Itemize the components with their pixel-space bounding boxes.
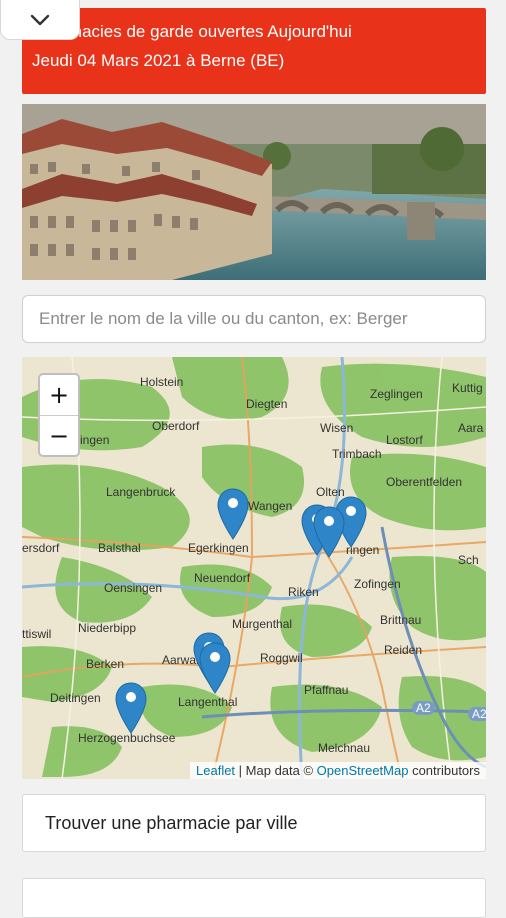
place-label: Oensingen <box>104 581 163 595</box>
attribution-tail: contributors <box>408 763 480 778</box>
pharmacy-map[interactable]: Holstein Diegten Zeglingen Kuttig Oberdo… <box>22 357 486 779</box>
zoom-in-button[interactable]: + <box>40 375 78 416</box>
city-search-input[interactable] <box>22 295 486 343</box>
place-label: Lostorf <box>386 433 423 447</box>
place-label: Pfaffnau <box>304 683 349 697</box>
place-label: Wisen <box>320 421 354 435</box>
place-label: ersdorf <box>22 541 60 555</box>
map-tiles <box>22 357 486 779</box>
place-label: ingen <box>80 433 110 447</box>
chevron-down-icon <box>30 14 50 25</box>
pharmacy-marker-icon[interactable] <box>198 641 232 695</box>
place-label: Langenbruck <box>106 485 176 499</box>
openstreetmap-link[interactable]: OpenStreetMap <box>317 763 409 778</box>
zoom-control: + − <box>38 373 80 457</box>
place-label: Oberentfelden <box>386 475 463 489</box>
header-date-location: Jeudi 04 Mars 2021 à Berne (BE) <box>32 51 285 70</box>
place-label: Oberdorf <box>152 419 200 433</box>
place-label: Balsthal <box>98 541 141 555</box>
place-label: Langenthal <box>178 695 238 709</box>
place-label: Neuendorf <box>194 571 251 585</box>
place-label: Kuttig <box>452 381 483 395</box>
place-label: Trimbach <box>332 447 382 461</box>
place-label: Aara <box>458 421 484 435</box>
place-label: Holstein <box>140 375 184 389</box>
leaflet-link[interactable]: Leaflet <box>196 763 235 778</box>
place-label: Reiden <box>384 643 423 657</box>
place-label: Sch <box>458 553 479 567</box>
place-label: Wangen <box>248 499 293 513</box>
place-label: Melchnau <box>318 741 371 755</box>
highway-shield: A2 <box>468 707 486 721</box>
header-banner: Pharmacies de garde ouvertes Aujourd'hui… <box>22 8 486 94</box>
highway-shield: A2 <box>412 701 435 715</box>
map-attribution: Leaflet | Map data © OpenStreetMap contr… <box>190 762 486 779</box>
place-label: Murgenthal <box>232 617 293 631</box>
place-label: ttiswil <box>22 627 52 641</box>
place-label: Zeglingen <box>370 387 423 401</box>
attribution-text: | Map data © <box>235 763 317 778</box>
place-label: Egerkingen <box>188 541 249 555</box>
pharmacy-marker-icon[interactable] <box>312 505 346 559</box>
find-pharmacy-by-city-button[interactable]: Trouver une pharmacie par ville <box>22 794 486 852</box>
place-label: Niederbipp <box>78 621 137 635</box>
place-label: Riken <box>288 585 319 599</box>
place-label: Roggwil <box>260 651 303 665</box>
place-label: Diegten <box>246 397 288 411</box>
place-label: Brittnau <box>380 613 422 627</box>
pharmacy-marker-icon[interactable] <box>114 681 148 735</box>
place-label: Zofingen <box>354 577 401 591</box>
zoom-out-button[interactable]: − <box>40 416 78 456</box>
place-label: Berken <box>86 657 125 671</box>
pharmacy-marker-icon[interactable] <box>216 487 250 541</box>
place-label: Deitingen <box>50 691 101 705</box>
next-card <box>22 878 486 918</box>
city-photo <box>22 104 486 280</box>
collapse-toggle-button[interactable] <box>0 0 80 40</box>
